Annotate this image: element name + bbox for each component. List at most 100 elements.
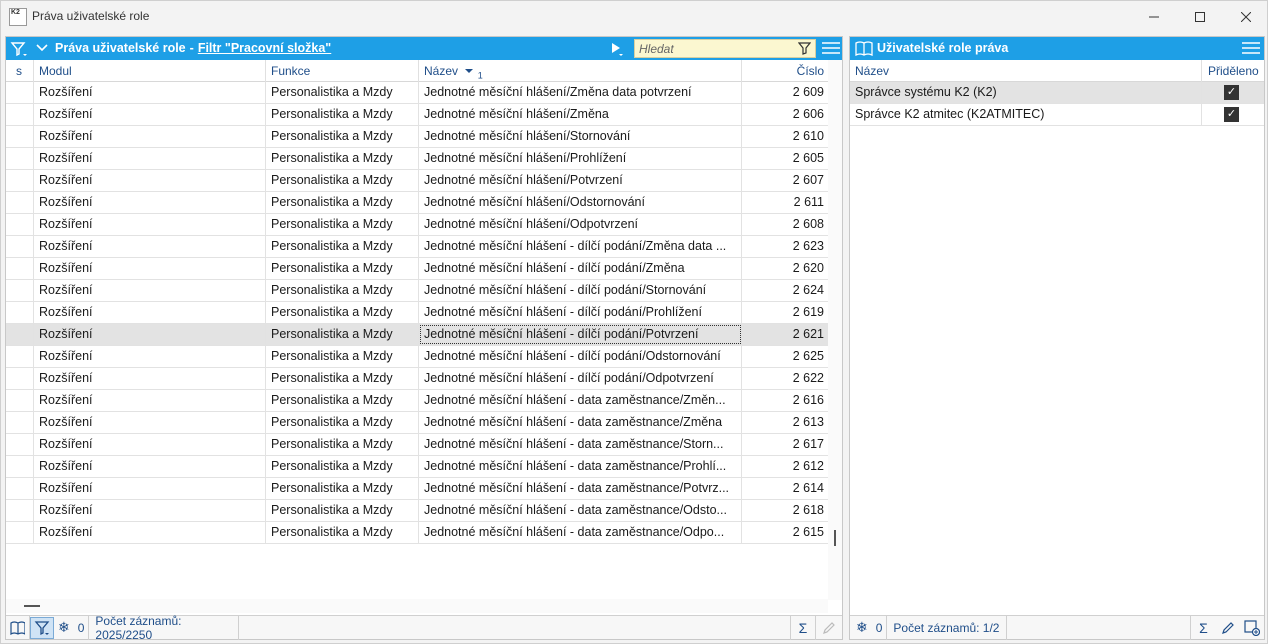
run-action-button[interactable]	[609, 41, 625, 60]
filter-dropdown-button[interactable]	[10, 40, 28, 61]
panel-menu-button[interactable]	[822, 41, 840, 58]
column-header-funkce[interactable]: Funkce	[266, 60, 419, 82]
hamburger-icon	[1242, 42, 1260, 54]
filter-link[interactable]: Filtr "Pracovní složka"	[198, 41, 331, 55]
role-rights-panel: Uživatelské role práva Název Přiděleno S…	[849, 36, 1265, 640]
table-row[interactable]: Rozšíření Personalistika a Mzdy Jednotné m…	[6, 478, 828, 500]
cell-nazev: Jednotné měsíční hlášení - data zaměstna…	[419, 412, 742, 433]
edit-button[interactable]	[1216, 616, 1240, 640]
table-row[interactable]: Rozšíření Personalistika a Mzdy Jednotné m…	[6, 170, 828, 192]
table-row[interactable]: Rozšíření Personalistika a Mzdy Jednotné m…	[6, 368, 828, 390]
horizontal-scroll-thumb[interactable]	[24, 605, 40, 607]
table-row[interactable]: Rozšíření Personalistika a Mzdy Jednotné m…	[6, 390, 828, 412]
maximize-button[interactable]	[1177, 1, 1223, 33]
collapse-button[interactable]	[35, 41, 49, 58]
cell-cislo: 2 622	[792, 371, 824, 385]
cell-cislo: 2 616	[792, 393, 824, 407]
table-row[interactable]: Rozšíření Personalistika a Mzdy Jednotné m…	[6, 434, 828, 456]
vertical-scrollbar[interactable]	[828, 60, 842, 600]
table-row[interactable]: Rozšíření Personalistika a Mzdy Jednotné m…	[6, 126, 828, 148]
cell-funkce: Personalistika a Mzdy	[266, 324, 419, 345]
rights-panel-header: Práva uživatelské role - Filtr "Pracovní…	[6, 37, 842, 60]
column-header-prideleno[interactable]: Přiděleno	[1202, 60, 1264, 82]
table-row[interactable]: Rozšíření Personalistika a Mzdy Jednotné m…	[6, 236, 828, 258]
cell-cislo: 2 620	[792, 261, 824, 275]
chevron-down-icon	[36, 44, 48, 52]
rights-panel: Práva uživatelské role - Filtr "Pracovní…	[5, 36, 843, 642]
table-row[interactable]: Rozšíření Personalistika a Mzdy Jednotné m…	[6, 214, 828, 236]
cell-nazev: Jednotné měsíční hlášení - dílčí podání/…	[419, 368, 742, 389]
column-header-modul[interactable]: Modul	[34, 60, 266, 82]
cell-funkce: Personalistika a Mzdy	[266, 478, 419, 499]
cell-nazev: Jednotné měsíční hlášení - dílčí podání/…	[419, 280, 742, 301]
minimize-icon	[1149, 16, 1159, 18]
book-button[interactable]	[6, 615, 30, 640]
cell-prideleno: ✓	[1202, 82, 1264, 103]
table-row[interactable]: Rozšíření Personalistika a Mzdy Jednotné m…	[6, 258, 828, 280]
cell-modul: Rozšíření	[34, 478, 266, 499]
cell-cislo: 2 615	[792, 525, 824, 539]
table-row[interactable]: Rozšíření Personalistika a Mzdy Jednotné m…	[6, 412, 828, 434]
cell-s	[6, 104, 34, 125]
assigned-checkbox[interactable]: ✓	[1224, 107, 1239, 122]
close-button[interactable]	[1223, 1, 1268, 33]
cell-modul: Rozšíření	[34, 522, 266, 543]
sum-button[interactable]: Σ	[790, 615, 816, 640]
edit-button[interactable]	[816, 616, 842, 640]
cell-funkce: Personalistika a Mzdy	[266, 148, 419, 169]
cell-s	[6, 302, 34, 323]
table-row[interactable]: Rozšíření Personalistika a Mzdy Jednotné m…	[6, 500, 828, 522]
table-row[interactable]: Rozšíření Personalistika a Mzdy Jednotné m…	[6, 104, 828, 126]
column-header-nazev[interactable]: Název	[850, 60, 1202, 82]
vertical-scroll-thumb[interactable]	[834, 530, 836, 546]
cell-modul: Rozšíření	[34, 192, 266, 213]
table-row[interactable]: Rozšíření Personalistika a Mzdy Jednotné m…	[6, 324, 828, 346]
table-row[interactable]: Správce systému K2 (K2) ✓	[850, 82, 1264, 104]
cell-modul: Rozšíření	[34, 170, 266, 191]
column-header-nazev[interactable]: Název 1	[419, 60, 742, 82]
cell-cislo: 2 614	[792, 481, 824, 495]
panel-menu-button[interactable]	[1242, 41, 1260, 58]
column-header-s[interactable]: s	[6, 60, 34, 82]
table-row[interactable]: Rozšíření Personalistika a Mzdy Jednotné m…	[6, 302, 828, 324]
search-filter-button[interactable]	[797, 42, 812, 58]
cell-nazev: Jednotné měsíční hlášení - data zaměstna…	[419, 434, 742, 455]
freeze-button[interactable]: ❄	[54, 616, 74, 640]
table-row[interactable]: Rozšíření Personalistika a Mzdy Jednotné m…	[6, 192, 828, 214]
cell-cislo: 2 610	[792, 129, 824, 143]
table-row[interactable]: Rozšíření Personalistika a Mzdy Jednotné m…	[6, 82, 828, 104]
freeze-button[interactable]: ❄	[850, 616, 872, 640]
table-row[interactable]: Rozšíření Personalistika a Mzdy Jednotné m…	[6, 346, 828, 368]
table-row[interactable]: Rozšíření Personalistika a Mzdy Jednotné m…	[6, 522, 828, 544]
cell-s	[6, 280, 34, 301]
assigned-checkbox[interactable]: ✓	[1224, 85, 1239, 100]
cell-s	[6, 214, 34, 235]
cell-funkce: Personalistika a Mzdy	[266, 500, 419, 521]
cell-funkce: Personalistika a Mzdy	[266, 170, 419, 191]
cell-modul: Rozšíření	[34, 126, 266, 147]
cell-prideleno: ✓	[1202, 104, 1264, 125]
cell-cislo: 2 623	[792, 239, 824, 253]
table-row[interactable]: Rozšíření Personalistika a Mzdy Jednotné m…	[6, 148, 828, 170]
cell-funkce: Personalistika a Mzdy	[266, 456, 419, 477]
cell-modul: Rozšíření	[34, 456, 266, 477]
search-input[interactable]	[635, 40, 795, 57]
cell-modul: Rozšíření	[34, 368, 266, 389]
filter-toggle-button[interactable]	[30, 616, 54, 639]
table-row[interactable]: Správce K2 atmitec (K2ATMITEC) ✓	[850, 104, 1264, 126]
minimize-button[interactable]	[1131, 1, 1177, 33]
cell-nazev: Jednotné měsíční hlášení - data zaměstna…	[419, 390, 742, 411]
sum-button[interactable]: Σ	[1190, 615, 1216, 640]
table-row[interactable]: Rozšíření Personalistika a Mzdy Jednotné m…	[6, 456, 828, 478]
column-header-cislo[interactable]: Číslo	[742, 60, 828, 82]
horizontal-scrollbar[interactable]	[6, 599, 828, 613]
cell-cislo: 2 609	[792, 85, 824, 99]
sigma-icon: Σ	[1199, 619, 1208, 636]
cell-nazev: Jednotné měsíční hlášení - data zaměstna…	[419, 522, 742, 543]
table-row[interactable]: Rozšíření Personalistika a Mzdy Jednotné m…	[6, 280, 828, 302]
cell-s	[6, 236, 34, 257]
cell-s	[6, 434, 34, 455]
roles-status-bar: ❄ 0 Počet záznamů: 1/2 Σ	[850, 615, 1264, 640]
cell-s	[6, 324, 34, 345]
new-record-button[interactable]	[1240, 616, 1264, 640]
